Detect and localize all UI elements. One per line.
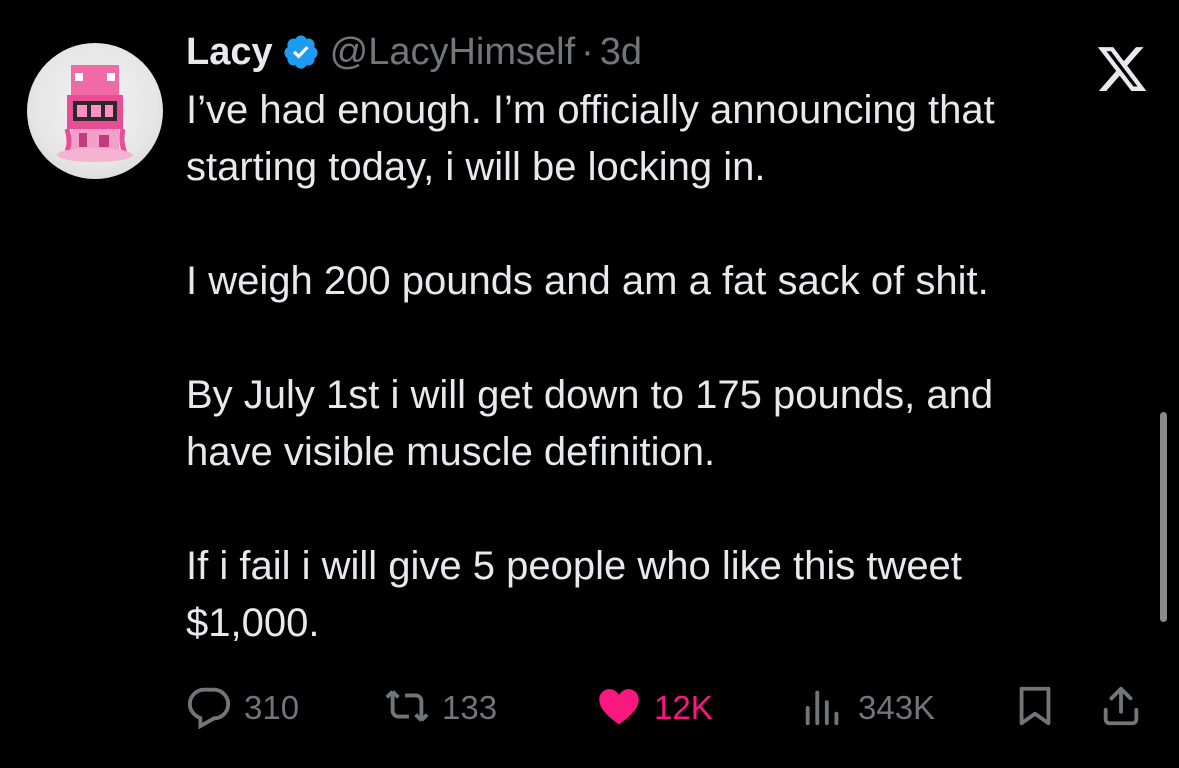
tweet-line: $1,000. (186, 601, 320, 645)
reply-button[interactable]: 310 (186, 683, 299, 733)
views-icon (800, 683, 846, 734)
bookmark-icon (1012, 683, 1058, 734)
avatar-image (57, 65, 133, 162)
tweet-text: I’ve had enough. I’m officially announci… (186, 82, 1146, 652)
retweet-icon (384, 683, 430, 734)
views-button[interactable]: 343K (800, 683, 935, 733)
scrollbar[interactable] (1160, 412, 1167, 622)
heart-icon (596, 683, 642, 734)
views-count: 343K (858, 689, 936, 726)
display-name[interactable]: Lacy (186, 31, 273, 74)
like-count: 12K (654, 689, 713, 726)
reply-icon (186, 683, 232, 734)
tweet-header: Lacy @LacyHimself · 3d (186, 26, 642, 78)
tweet-line: starting today, i will be locking in. (186, 145, 766, 189)
tweet-paragraph: If i fail i will give 5 people who like … (186, 538, 1146, 652)
tweet-paragraph: I weigh 200 pounds and am a fat sack of … (186, 253, 1146, 310)
user-handle[interactable]: @LacyHimself (330, 31, 576, 74)
tweet-paragraph: I’ve had enough. I’m officially announci… (186, 82, 1146, 196)
retweet-button[interactable]: 133 (384, 683, 497, 733)
timestamp[interactable]: 3d (600, 31, 642, 74)
action-bar: 310 133 12K 343K (186, 683, 1146, 733)
tweet-paragraph: By July 1st i will get down to 175 pound… (186, 367, 1146, 481)
avatar[interactable] (27, 43, 163, 179)
tweet-line: have visible muscle definition. (186, 430, 716, 474)
tweet-card: Lacy @LacyHimself · 3d I’ve had enough. … (0, 0, 1179, 768)
tweet-line: I’ve had enough. I’m officially announci… (186, 88, 995, 132)
separator-dot: · (581, 30, 594, 73)
reply-count: 310 (244, 689, 300, 726)
retweet-count: 133 (442, 689, 498, 726)
tweet-line: If i fail i will give 5 people who like … (186, 544, 962, 588)
tweet-line: By July 1st i will get down to 175 pound… (186, 373, 994, 417)
share-button[interactable] (1098, 683, 1144, 733)
like-button[interactable]: 12K (596, 683, 713, 733)
verified-badge-icon (282, 33, 320, 71)
share-icon (1098, 683, 1144, 734)
tweet-line: I weigh 200 pounds and am a fat sack of … (186, 259, 989, 303)
bookmark-button[interactable] (1012, 683, 1058, 733)
